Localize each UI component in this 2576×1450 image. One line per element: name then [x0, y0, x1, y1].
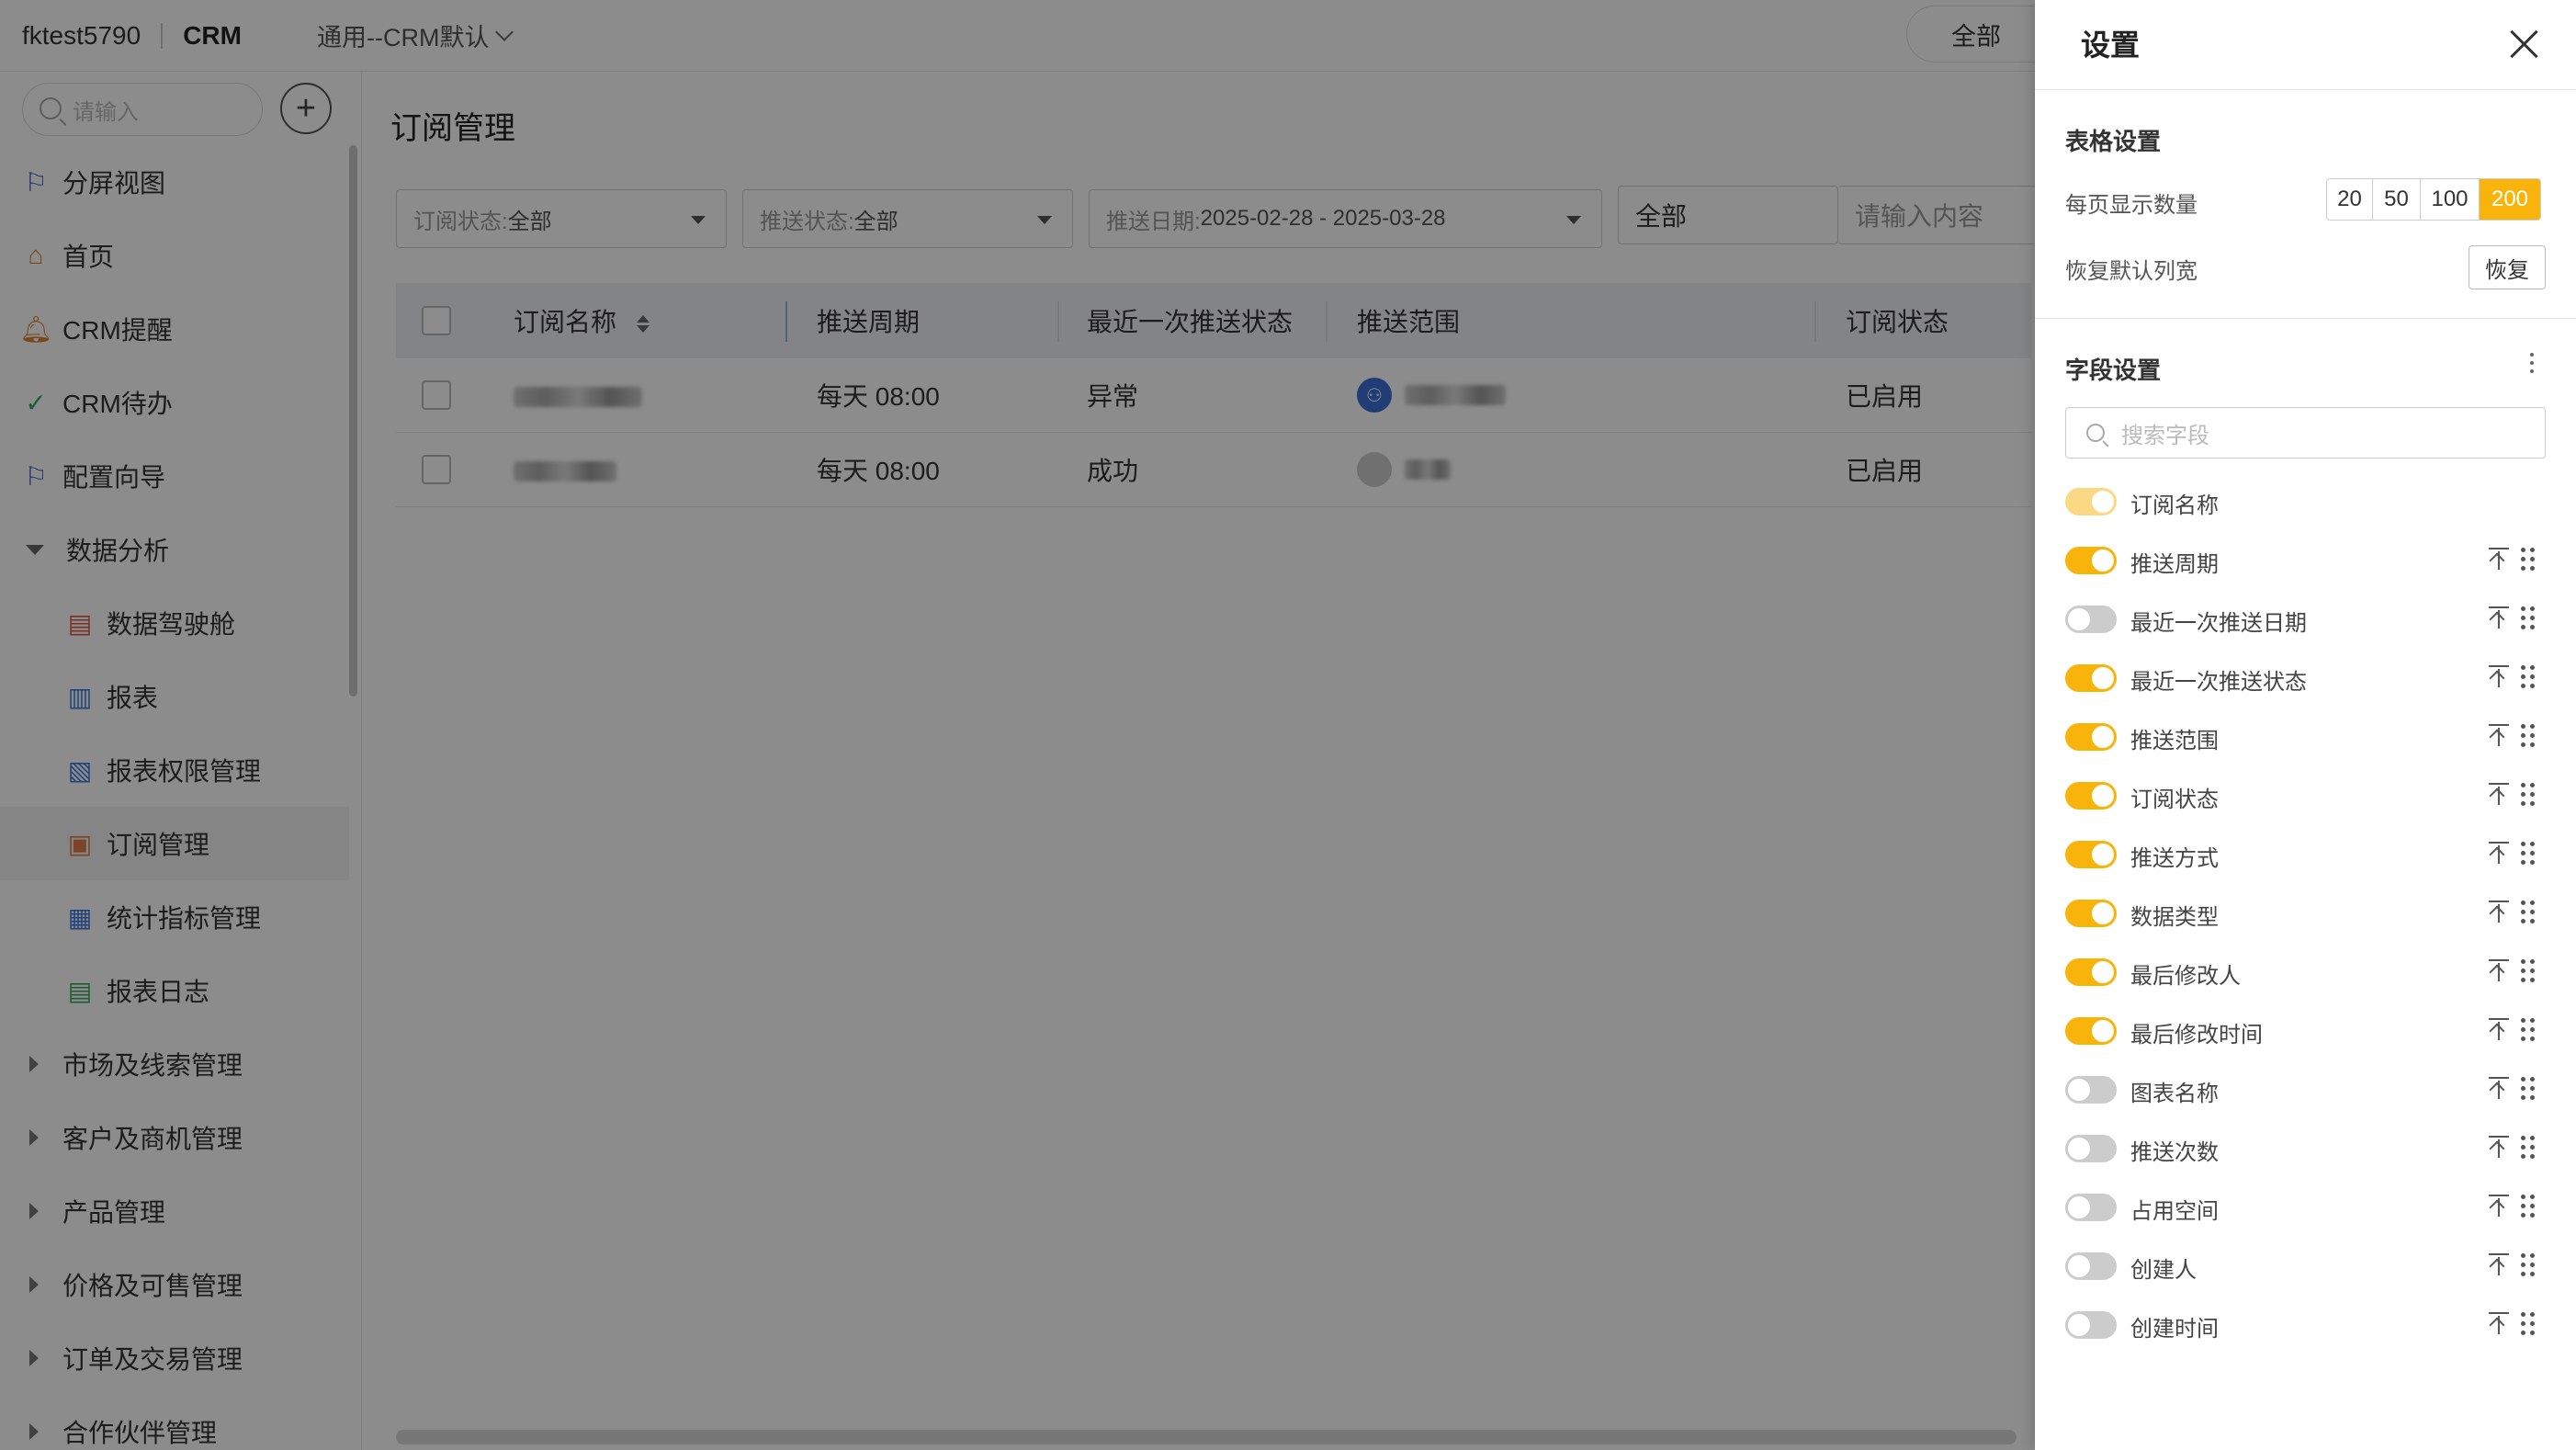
field-toggle[interactable]	[2065, 1194, 2117, 1221]
field-toggle[interactable]	[2065, 900, 2117, 927]
pin-to-top-icon[interactable]	[2489, 957, 2509, 983]
drag-handle-icon[interactable]	[2521, 842, 2535, 865]
field-toggle[interactable]	[2065, 1252, 2117, 1280]
field-name: 创建时间	[2130, 1317, 2219, 1342]
panel-header: 设置	[2035, 0, 2576, 90]
field-toggle[interactable]	[2065, 664, 2117, 692]
field-search-input[interactable]: 搜索字段	[2065, 407, 2546, 459]
field-row: 订阅状态	[2035, 766, 2576, 825]
field-name: 推送方式	[2130, 846, 2219, 871]
field-name: 数据类型	[2130, 905, 2219, 930]
restore-width-label: 恢复默认列宽	[2065, 259, 2198, 284]
field-row: 最近一次推送日期	[2035, 590, 2576, 649]
field-toggle[interactable]	[2065, 1017, 2117, 1045]
divider	[2035, 318, 2576, 319]
drag-handle-icon[interactable]	[2521, 901, 2535, 923]
drag-handle-icon[interactable]	[2521, 724, 2535, 747]
field-row: 最后修改时间	[2035, 1002, 2576, 1060]
field-name: 推送范围	[2130, 729, 2219, 753]
pin-to-top-icon[interactable]	[2489, 781, 2509, 807]
field-toggle	[2065, 488, 2117, 515]
field-name: 最后修改人	[2130, 964, 2241, 989]
field-row: 最后修改人	[2035, 943, 2576, 1002]
field-row: 图表名称	[2035, 1060, 2576, 1119]
drag-handle-icon[interactable]	[2521, 665, 2535, 688]
page-size-option[interactable]: 50	[2373, 179, 2421, 220]
drag-handle-icon[interactable]	[2521, 1136, 2535, 1159]
drag-handle-icon[interactable]	[2521, 548, 2535, 571]
field-row: 最近一次推送状态	[2035, 649, 2576, 708]
field-name: 图表名称	[2130, 1082, 2219, 1106]
field-toggle[interactable]	[2065, 547, 2117, 574]
page-size-option[interactable]: 20	[2327, 179, 2373, 220]
field-name: 创建人	[2130, 1258, 2197, 1283]
drag-handle-icon[interactable]	[2521, 1018, 2535, 1041]
field-toggle[interactable]	[2065, 723, 2117, 751]
field-name: 最近一次推送日期	[2130, 611, 2307, 636]
pin-to-top-icon[interactable]	[2489, 605, 2509, 630]
field-toggle[interactable]	[2065, 958, 2117, 986]
field-row: 创建时间	[2035, 1296, 2576, 1354]
field-list: 订阅名称 推送周期 最近一次推送日期 最近一次推送状态 推送范围 订阅状态 推送…	[2035, 472, 2576, 1354]
pin-to-top-icon[interactable]	[2489, 1075, 2509, 1101]
field-toggle[interactable]	[2065, 1076, 2117, 1104]
pin-to-top-icon[interactable]	[2489, 1016, 2509, 1042]
drag-handle-icon[interactable]	[2521, 1253, 2535, 1276]
page-size-label: 每页显示数量	[2065, 193, 2198, 218]
field-toggle[interactable]	[2065, 606, 2117, 633]
drag-handle-icon[interactable]	[2521, 1312, 2535, 1335]
field-row: 推送次数	[2035, 1119, 2576, 1178]
drag-handle-icon[interactable]	[2521, 606, 2535, 629]
page-size-selector: 20 50 100 200	[2326, 178, 2541, 221]
field-settings-title: 字段设置	[2065, 357, 2162, 384]
field-row: 订阅名称	[2035, 472, 2576, 531]
field-toggle[interactable]	[2065, 1311, 2117, 1339]
field-row: 占用空间	[2035, 1178, 2576, 1237]
field-toggle[interactable]	[2065, 782, 2117, 810]
field-name: 最近一次推送状态	[2130, 670, 2307, 695]
drag-handle-icon[interactable]	[2521, 1077, 2535, 1100]
pin-to-top-icon[interactable]	[2489, 663, 2509, 689]
field-search-placeholder: 搜索字段	[2121, 423, 2209, 448]
field-row: 创建人	[2035, 1237, 2576, 1296]
pin-to-top-icon[interactable]	[2489, 1134, 2509, 1160]
search-icon	[2086, 424, 2105, 442]
pin-to-top-icon[interactable]	[2489, 899, 2509, 924]
field-row: 推送周期	[2035, 531, 2576, 590]
field-row: 数据类型	[2035, 884, 2576, 943]
pin-to-top-icon[interactable]	[2489, 1252, 2509, 1277]
page-size-option-selected[interactable]: 200	[2480, 179, 2540, 220]
field-name: 订阅名称	[2130, 493, 2219, 518]
field-name: 推送周期	[2130, 552, 2219, 577]
pin-to-top-icon[interactable]	[2489, 1193, 2509, 1218]
field-row: 推送方式	[2035, 825, 2576, 884]
pin-to-top-icon[interactable]	[2489, 1310, 2509, 1336]
pin-to-top-icon[interactable]	[2489, 840, 2509, 866]
field-row: 推送范围	[2035, 708, 2576, 766]
close-icon[interactable]	[2505, 26, 2542, 62]
pin-to-top-icon[interactable]	[2489, 546, 2509, 572]
drag-handle-icon[interactable]	[2521, 1195, 2535, 1218]
restore-button[interactable]: 恢复	[2469, 245, 2546, 289]
field-toggle[interactable]	[2065, 841, 2117, 868]
field-name: 最后修改时间	[2130, 1023, 2263, 1048]
field-name: 推送次数	[2130, 1140, 2219, 1165]
field-name: 占用空间	[2130, 1199, 2219, 1224]
table-settings-title: 表格设置	[2065, 128, 2162, 155]
panel-title: 设置	[2081, 28, 2141, 62]
drag-handle-icon[interactable]	[2521, 959, 2535, 982]
pin-to-top-icon[interactable]	[2489, 722, 2509, 748]
more-vertical-icon[interactable]	[2530, 353, 2534, 373]
field-name: 订阅状态	[2130, 787, 2219, 812]
drag-handle-icon[interactable]	[2521, 783, 2535, 806]
modal-overlay[interactable]	[0, 0, 2035, 1450]
settings-panel: 设置 表格设置 每页显示数量 20 50 100 200 恢复默认列宽 恢复 字…	[2035, 0, 2576, 1450]
page-size-option[interactable]: 100	[2421, 179, 2480, 220]
field-toggle[interactable]	[2065, 1135, 2117, 1162]
